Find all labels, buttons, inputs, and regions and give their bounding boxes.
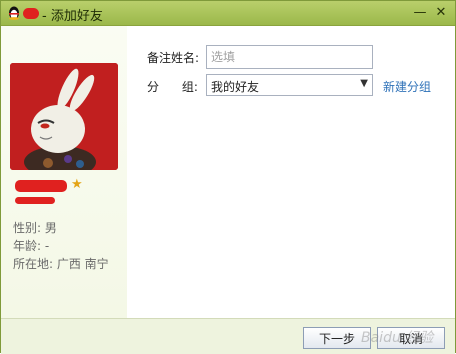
chevron-down-icon: ▼ xyxy=(360,78,368,89)
qq-penguin-icon xyxy=(9,6,19,20)
add-friend-dialog: - 添加好友 — ✕ ★ 性别: 男 年龄: - 所在地: 广西 南宁 备注姓名… xyxy=(0,0,456,354)
dialog-footer: 下一步 取消 xyxy=(1,318,455,354)
group-select-value: 我的好友 xyxy=(211,80,260,94)
title-nickname-redacted xyxy=(23,8,39,19)
minimize-icon: — xyxy=(413,5,427,20)
rabbit-avatar-image xyxy=(10,63,118,170)
window-title: - 添加好友 xyxy=(42,9,103,24)
close-button[interactable]: ✕ xyxy=(432,4,450,22)
next-button[interactable]: 下一步 xyxy=(303,327,371,349)
remark-input[interactable] xyxy=(206,45,373,69)
star-icon: ★ xyxy=(71,177,83,192)
cancel-button[interactable]: 取消 xyxy=(377,327,445,349)
gender-info: 性别: 男 xyxy=(13,221,57,235)
group-select[interactable]: 我的好友 ▼ xyxy=(206,74,373,96)
new-group-link[interactable]: 新建分组 xyxy=(383,78,431,95)
signature-redacted xyxy=(15,197,55,204)
location-info: 所在地: 广西 南宁 xyxy=(13,257,109,271)
remark-label: 备注姓名: xyxy=(147,51,200,65)
age-info: 年龄: - xyxy=(13,239,50,253)
profile-panel: ★ 性别: 男 年龄: - 所在地: 广西 南宁 xyxy=(1,26,127,318)
title-bar[interactable]: - 添加好友 — ✕ xyxy=(1,1,455,26)
nickname-redacted xyxy=(15,180,67,192)
group-label: 分 组: xyxy=(147,80,198,94)
close-icon: ✕ xyxy=(435,5,447,20)
avatar[interactable] xyxy=(10,63,118,170)
minimize-button[interactable]: — xyxy=(411,4,429,22)
